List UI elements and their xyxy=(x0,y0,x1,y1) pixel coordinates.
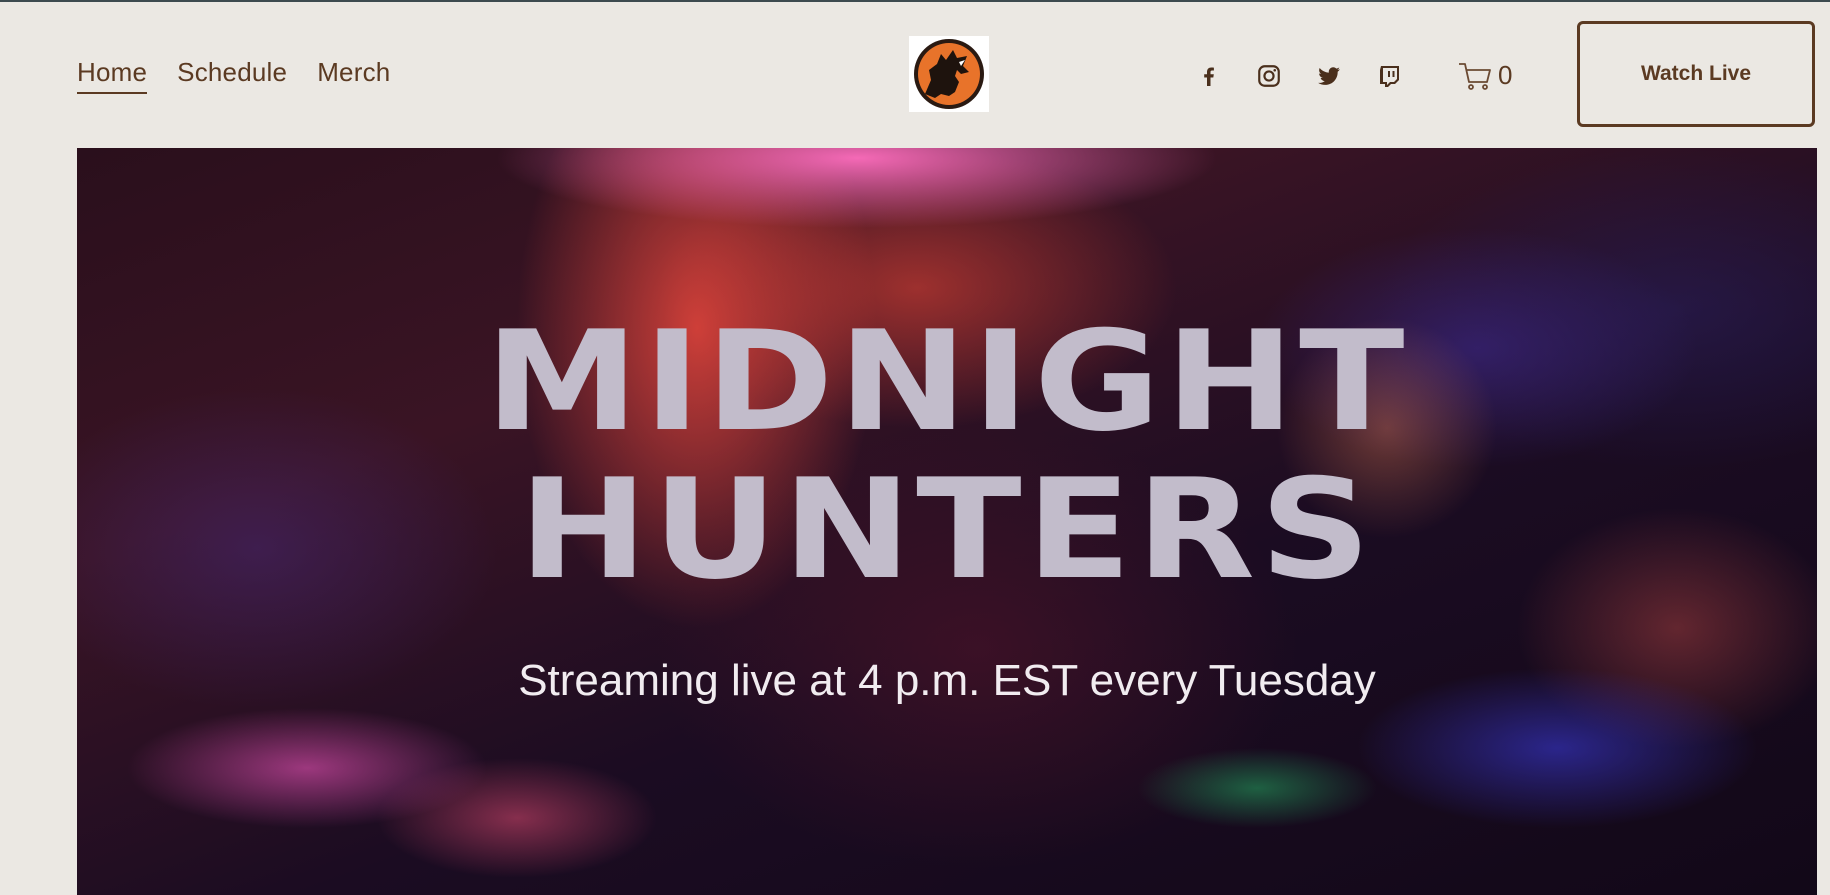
twitter-icon[interactable] xyxy=(1315,62,1343,90)
hero-title-line1: MIDNIGHT xyxy=(485,301,1409,462)
facebook-icon[interactable] xyxy=(1195,62,1223,90)
watch-live-button[interactable]: Watch Live xyxy=(1577,21,1815,127)
instagram-icon[interactable] xyxy=(1255,62,1283,90)
hero-subtitle: Streaming live at 4 p.m. EST every Tuesd… xyxy=(518,656,1376,705)
hero-title-line2: HUNTERS xyxy=(518,449,1376,610)
howling-wolf-logo-icon xyxy=(914,39,984,109)
cart-button[interactable]: 0 xyxy=(1458,60,1512,91)
nav-link-home[interactable]: Home xyxy=(77,57,148,94)
twitch-icon[interactable] xyxy=(1375,62,1403,90)
cart-count: 0 xyxy=(1498,60,1513,90)
site-logo[interactable] xyxy=(909,36,989,112)
hero-title: MIDNIGHT HUNTERS xyxy=(77,308,1817,604)
nav-link-schedule[interactable]: Schedule xyxy=(177,57,287,94)
site-header: Home Schedule Merch 0 Watch Live xyxy=(0,2,1830,148)
nav-link-merch[interactable]: Merch xyxy=(317,57,390,94)
cart-icon xyxy=(1459,62,1491,90)
social-links xyxy=(1195,62,1403,90)
hero-section: MIDNIGHT HUNTERS Streaming live at 4 p.m… xyxy=(77,148,1817,895)
main-nav: Home Schedule Merch xyxy=(77,57,390,94)
hero-content: MIDNIGHT HUNTERS Streaming live at 4 p.m… xyxy=(77,148,1817,895)
